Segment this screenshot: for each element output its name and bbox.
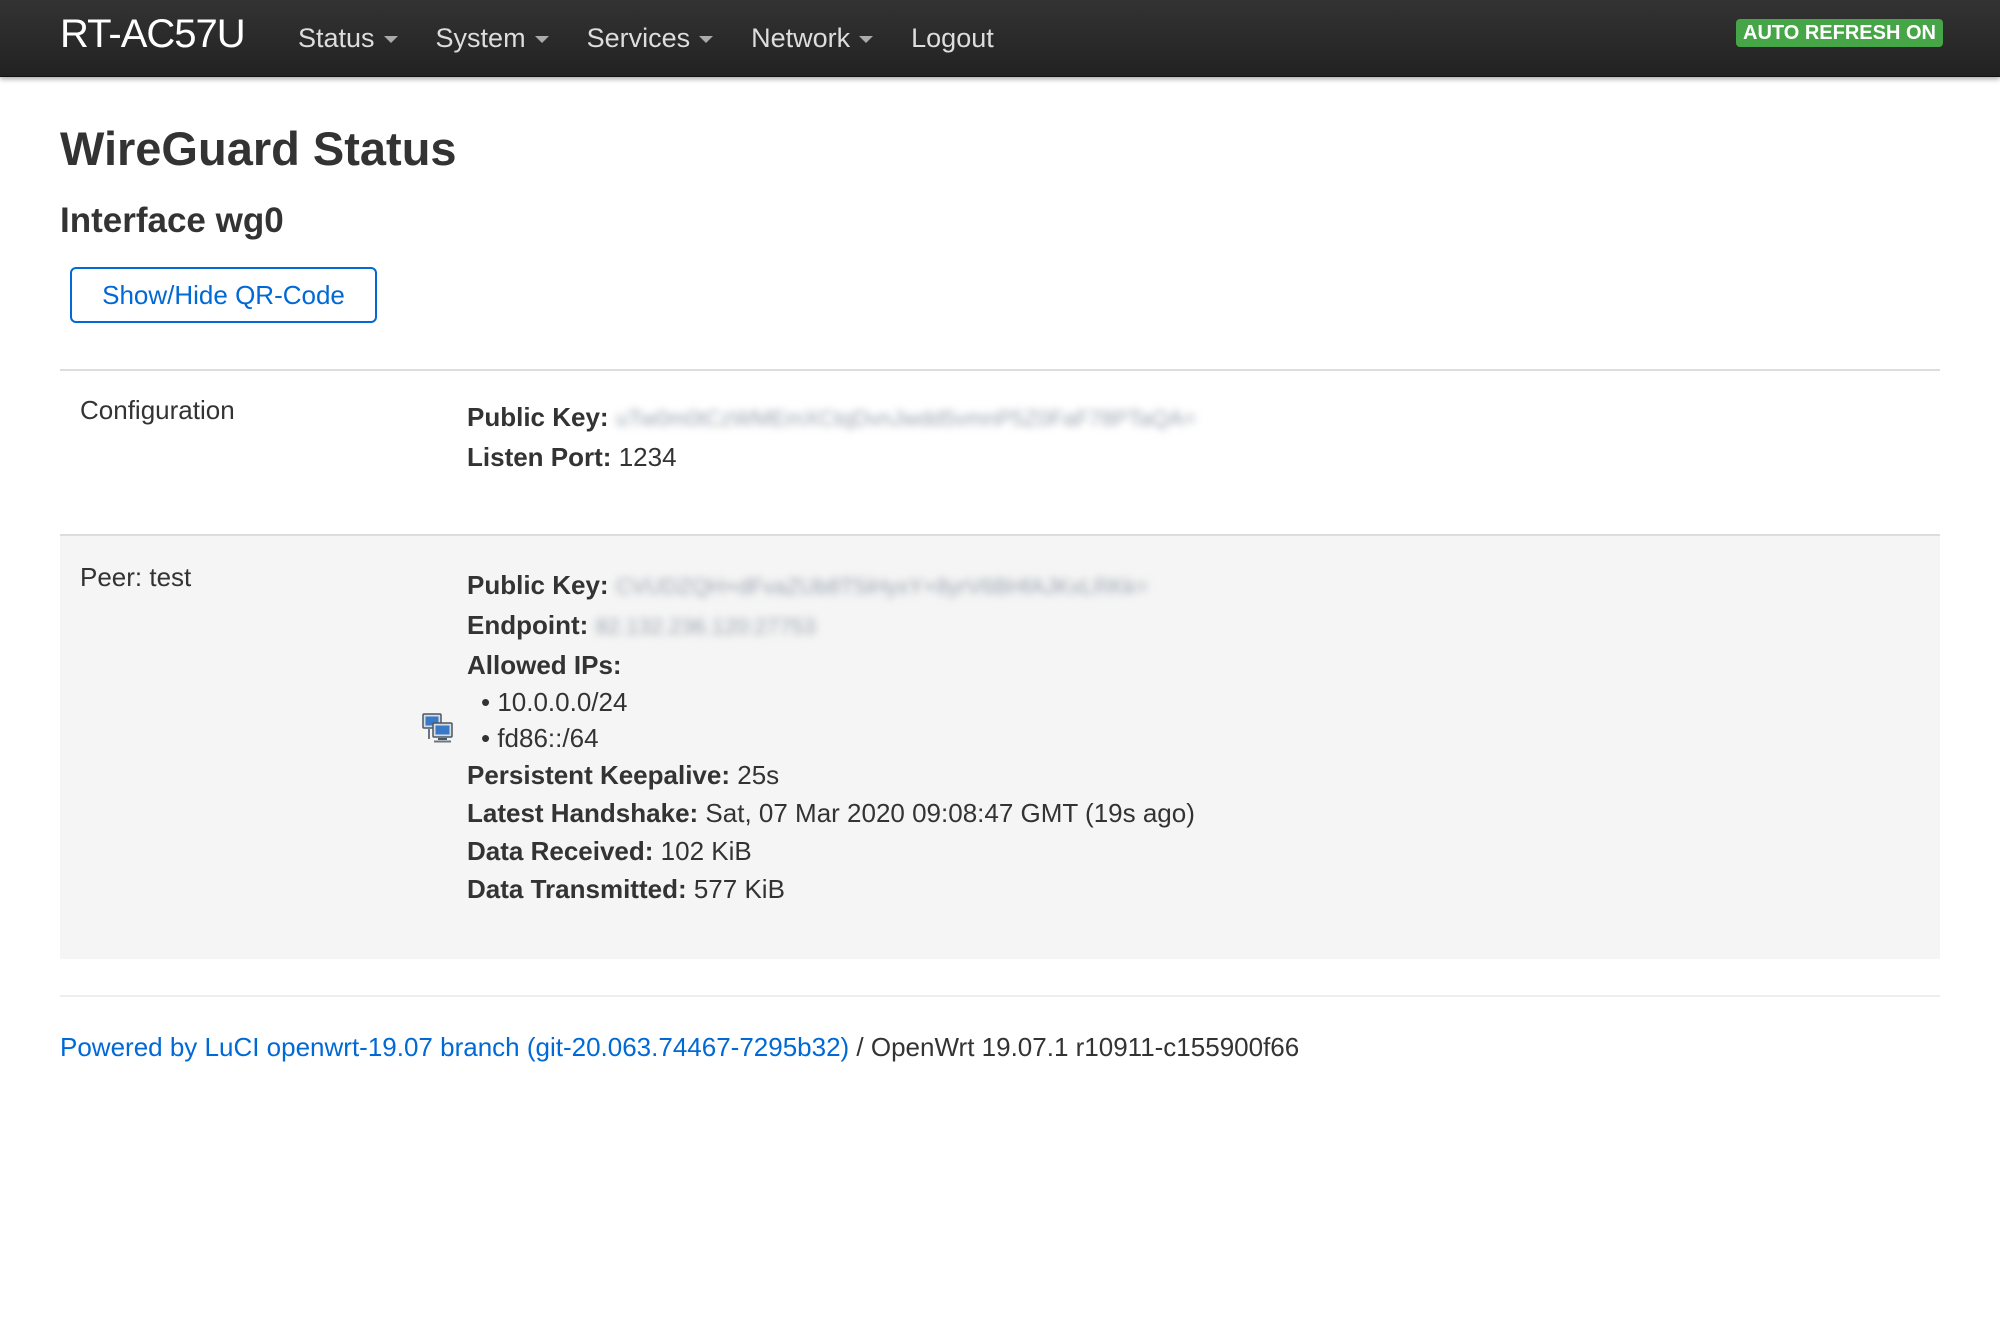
nav-logout-link[interactable]: Logout (911, 23, 994, 54)
listen-port-value: 1234 (618, 442, 677, 473)
keepalive-value: 25s (737, 760, 780, 791)
list-item: fd86::/64 (481, 720, 1195, 756)
top-navbar: RT-AC57U Status System Services Network … (0, 0, 2000, 77)
public-key-label: Public Key: (467, 402, 609, 432)
configuration-label: Configuration (80, 395, 235, 425)
nav-item-label: Services (586, 22, 691, 53)
nav-services-menu[interactable]: Services (587, 23, 714, 54)
handshake-label: Latest Handshake: (467, 798, 699, 829)
brand-logo[interactable]: RT-AC57U (60, 12, 246, 57)
show-hide-qr-button[interactable]: Show/Hide QR-Code (70, 267, 377, 323)
nav-network-menu[interactable]: Network (751, 22, 874, 54)
data-transmitted-label: Data Transmitted: (467, 874, 687, 905)
wireguard-status-table: Configuration Public Key: uTw0m0tCzWMEmX… (60, 369, 1940, 959)
network-computers-icon (422, 713, 453, 743)
configuration-row: Configuration Public Key: uTw0m0tCzWMEmX… (60, 371, 1940, 534)
configuration-details: Public Key: uTw0m0tCzWMEmXCtqDvnJwdd5vmn… (467, 398, 1196, 476)
data-received-line: Data Received: 102 KiB (467, 832, 1195, 870)
caret-down-icon (859, 36, 874, 43)
endpoint-value: 82.132.236.120:27753 (595, 614, 816, 640)
nav-item-label: Network (751, 22, 851, 53)
allowed-ips-label: Allowed IPs: (467, 650, 622, 681)
data-received-value: 102 KiB (660, 836, 752, 867)
listen-port-label: Listen Port: (467, 442, 612, 473)
endpoint-line: Endpoint: 82.132.236.120:27753 (467, 606, 1195, 646)
caret-down-icon (699, 36, 714, 43)
allowed-ips-line: Allowed IPs: (467, 646, 1195, 684)
peer-public-key-line: Public Key: CVUDZQH+dFvaZUb8T5iHyxY+8yrV… (467, 566, 1195, 606)
peer-row: Peer: test Public Key: CVUDZQH+dFvaZUb8T… (60, 534, 1940, 959)
nav-system-menu[interactable]: System (436, 23, 549, 54)
footer-divider (60, 995, 1940, 997)
luci-version-link[interactable]: Powered by LuCI openwrt-19.07 branch (gi… (60, 1032, 849, 1062)
public-key-value: uTw0m0tCzWMEmXCtqDvnJwdd5vmnP5Z0FaF78PTa… (615, 406, 1196, 432)
peer-public-key-value: CVUDZQH+dFvaZUb8T5iHyxY+8yrV6BHfAJKxLRKk… (615, 574, 1149, 600)
footer: Powered by LuCI openwrt-19.07 branch (gi… (60, 1032, 1299, 1063)
peer-label: Peer: test (80, 562, 192, 592)
auto-refresh-badge[interactable]: AUTO REFRESH ON (1736, 19, 1943, 47)
caret-down-icon (534, 36, 549, 43)
peer-details: Public Key: CVUDZQH+dFvaZUb8T5iHyxY+8yrV… (467, 566, 1195, 908)
public-key-line: Public Key: uTw0m0tCzWMEmXCtqDvnJwdd5vmn… (467, 398, 1196, 438)
endpoint-label: Endpoint: (467, 610, 589, 641)
listen-port-line: Listen Port: 1234 (467, 438, 1196, 476)
keepalive-line: Persistent Keepalive: 25s (467, 756, 1195, 794)
data-transmitted-value: 577 KiB (693, 874, 785, 905)
keepalive-label: Persistent Keepalive: (467, 760, 731, 791)
openwrt-version-text: / OpenWrt 19.07.1 r10911-c155900f66 (849, 1032, 1300, 1062)
interface-title: Interface wg0 (60, 201, 284, 240)
list-item: 10.0.0.0/24 (481, 684, 1195, 720)
data-received-label: Data Received: (467, 836, 654, 867)
allowed-ips-list: 10.0.0.0/24 fd86::/64 (467, 684, 1195, 756)
nav-item-label: System (435, 22, 526, 53)
nav-status-menu[interactable]: Status (298, 23, 398, 54)
handshake-value: Sat, 07 Mar 2020 09:08:47 GMT (19s ago) (705, 798, 1195, 829)
data-transmitted-line: Data Transmitted: 577 KiB (467, 870, 1195, 908)
nav-item-label: Status (298, 22, 375, 53)
main-nav: Status System Services Network Logout (298, 0, 1032, 76)
caret-down-icon (383, 36, 398, 43)
page-title: WireGuard Status (60, 122, 457, 175)
peer-public-key-label: Public Key: (467, 570, 609, 600)
nav-item-label: Logout (911, 22, 994, 53)
handshake-line: Latest Handshake: Sat, 07 Mar 2020 09:08… (467, 794, 1195, 832)
